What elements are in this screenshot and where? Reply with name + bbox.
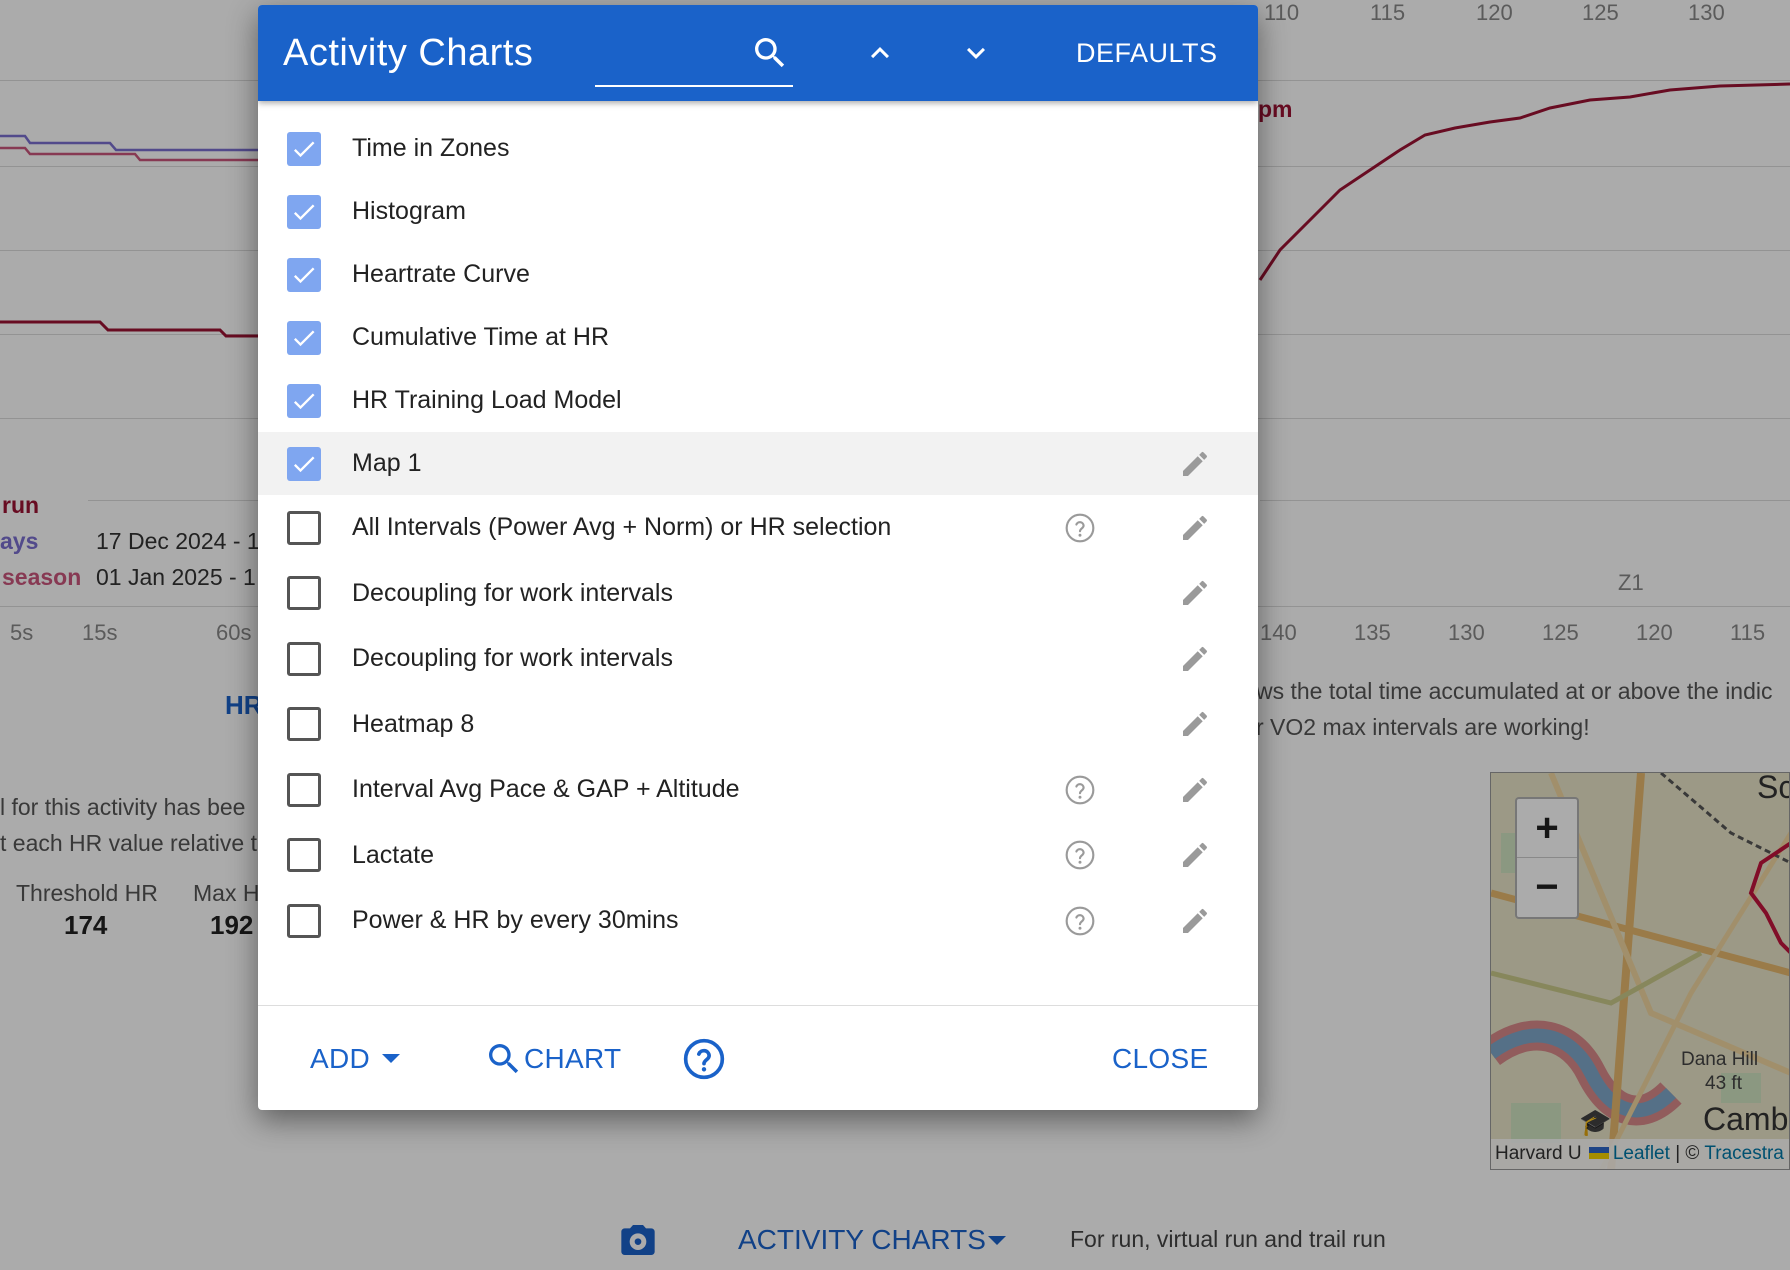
dialog-footer: ADD CHART CLOSE (258, 1005, 1258, 1110)
checkbox-unchecked[interactable] (287, 772, 321, 807)
chart-list-item[interactable]: Interval Avg Pace & GAP + Altitude (258, 757, 1258, 823)
chart-list-item[interactable]: HR Training Load Model (258, 369, 1258, 432)
checkbox-checked[interactable] (287, 446, 321, 481)
chart-item-label: Histogram (352, 197, 466, 225)
pencil-icon[interactable] (1179, 643, 1211, 675)
checkbox-unchecked[interactable] (287, 903, 321, 938)
chart-list-item[interactable]: Decoupling for work intervals (258, 626, 1258, 692)
chart-item-label: Lactate (352, 840, 435, 869)
chart-list-item[interactable]: All Intervals (Power Avg + Norm) or HR s… (258, 495, 1258, 561)
search-icon[interactable] (742, 25, 798, 81)
chart-list-item[interactable]: Heartrate Curve (258, 243, 1258, 306)
chart-button-label: CHART (524, 1042, 622, 1074)
chart-item-label: Power & HR by every 30mins (352, 906, 679, 935)
chart-list-item[interactable]: Power & HR by every 30mins (258, 888, 1258, 954)
pencil-icon[interactable] (1179, 448, 1211, 480)
help-circle-icon (683, 1038, 725, 1079)
pencil-icon[interactable] (1179, 708, 1211, 740)
help-circle-icon[interactable] (1064, 774, 1096, 806)
chart-item-label: Decoupling for work intervals (352, 578, 673, 607)
help-circle-icon[interactable] (1064, 512, 1096, 544)
checkbox-checked[interactable] (287, 320, 321, 355)
chart-item-label: Map 1 (352, 449, 422, 477)
caret-down-icon (382, 1053, 401, 1063)
chart-list-item[interactable]: Heatmap 8 (258, 692, 1258, 758)
chart-list-item[interactable]: Histogram (258, 180, 1258, 243)
pencil-icon[interactable] (1179, 905, 1211, 937)
close-button[interactable]: CLOSE (1112, 1006, 1208, 1110)
help-circle-icon[interactable] (1064, 905, 1096, 937)
checkbox-unchecked[interactable] (287, 838, 321, 873)
dialog-header: Activity Charts DEFAULTS (258, 5, 1258, 101)
checkbox-unchecked[interactable] (287, 641, 321, 676)
checkbox-checked[interactable] (287, 257, 321, 292)
chart-item-label: HR Training Load Model (352, 386, 622, 414)
chart-item-label: All Intervals (Power Avg + Norm) or HR s… (352, 513, 892, 542)
dialog-title: Activity Charts (283, 32, 534, 74)
chart-list-item[interactable]: Map 1 (258, 432, 1258, 495)
chevron-up-icon[interactable] (852, 25, 908, 81)
defaults-button[interactable]: DEFAULTS (1058, 5, 1236, 101)
chart-list-item[interactable]: Decoupling for work intervals (258, 561, 1258, 627)
chart-list-item[interactable]: Lactate (258, 823, 1258, 889)
chart-item-label: Cumulative Time at HR (352, 323, 610, 351)
help-circle-icon[interactable] (1064, 839, 1096, 871)
checkbox-checked[interactable] (287, 194, 321, 229)
chart-item-label: Heartrate Curve (352, 260, 530, 288)
chart-list-item[interactable]: Time in Zones (258, 117, 1258, 180)
chart-list: Time in Zones Histogram Heartrate Curve Cum… (258, 101, 1258, 1009)
pencil-icon[interactable] (1179, 839, 1211, 871)
help-button[interactable] (682, 1006, 726, 1110)
search-icon (489, 1043, 519, 1073)
checkbox-unchecked[interactable] (287, 510, 321, 545)
chart-item-label: Interval Avg Pace & GAP + Altitude (352, 775, 740, 804)
chart-item-label: Time in Zones (352, 134, 510, 162)
add-button[interactable]: ADD (310, 1006, 402, 1110)
pencil-icon[interactable] (1179, 774, 1211, 806)
checkbox-unchecked[interactable] (287, 707, 321, 742)
chart-item-label: Decoupling for work intervals (352, 644, 673, 673)
chart-list-item[interactable]: Cumulative Time at HR (258, 306, 1258, 369)
chevron-down-icon[interactable] (948, 25, 1004, 81)
chart-item-label: Heatmap 8 (352, 709, 475, 738)
checkbox-checked[interactable] (287, 131, 321, 166)
checkbox-unchecked[interactable] (287, 576, 321, 611)
pencil-icon[interactable] (1179, 512, 1211, 544)
search-chart-button[interactable]: CHART (484, 1006, 621, 1110)
checkbox-checked[interactable] (287, 383, 321, 418)
add-button-label: ADD (310, 1042, 371, 1074)
pencil-icon[interactable] (1179, 577, 1211, 609)
activity-charts-dialog: Activity Charts DEFAULTS Time in Zones Hi… (258, 5, 1258, 1110)
